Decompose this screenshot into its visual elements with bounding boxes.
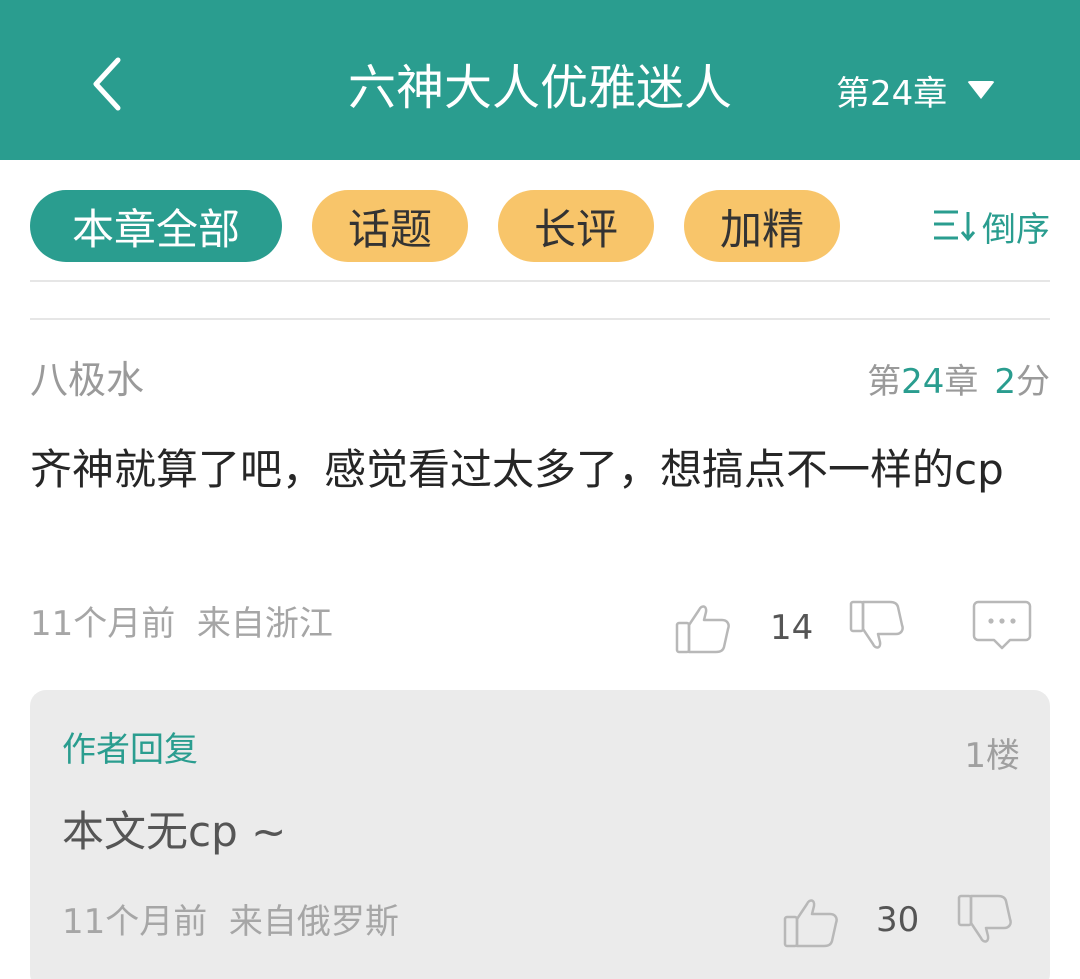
score-suffix: 分: [1016, 362, 1050, 402]
comment-username[interactable]: 八极水: [30, 352, 144, 408]
chip-label: 长评: [533, 204, 618, 254]
like-count-text: 14: [770, 608, 814, 648]
comment-meta: 第24章 2分: [867, 358, 1050, 406]
reply-time: 11个月前: [62, 902, 208, 942]
sort-reverse-button[interactable]: 倒序: [932, 202, 1050, 250]
thumbs-down-icon: [849, 600, 904, 649]
reply-like-count-text: 30: [876, 900, 920, 940]
top-bar: 六神大人优雅迷人 第24章: [0, 0, 1080, 160]
author-reply-label: 作者回复: [62, 730, 198, 770]
reply-time-location: 11个月前 来自俄罗斯: [62, 898, 399, 946]
reply-location: 来自俄罗斯: [228, 902, 399, 942]
comment-bubble-icon: [972, 600, 1032, 650]
comment-time-location: 11个月前 来自浙江: [30, 600, 333, 648]
divider: [30, 318, 1050, 320]
chip-topic[interactable]: 话题: [312, 190, 468, 262]
back-button[interactable]: [82, 52, 134, 116]
comment-location: 来自浙江: [196, 604, 333, 644]
chip-label: 加精: [719, 204, 804, 254]
chip-featured[interactable]: 加精: [684, 190, 840, 262]
chip-long-review[interactable]: 长评: [498, 190, 654, 262]
divider: [30, 280, 1050, 282]
triangle-down-icon: [967, 81, 996, 99]
thumbs-down-icon: [957, 894, 1012, 943]
sort-label: 倒序: [982, 209, 1050, 250]
thumbs-up-icon: [783, 899, 838, 948]
chapter-number: 24: [901, 362, 945, 402]
floor-number: 1楼: [964, 736, 1020, 776]
reply-like-button[interactable]: [782, 892, 840, 954]
comment-time: 11个月前: [30, 604, 176, 644]
score-number: 2: [994, 362, 1016, 402]
reply-dislike-button[interactable]: [956, 892, 1014, 954]
sort-icon: [934, 210, 976, 242]
score: 2分: [994, 362, 1050, 402]
thumbs-up-icon: [675, 605, 730, 654]
comment-text: 齐神就算了吧，感觉看过太多了，想搞点不一样的cp: [30, 445, 1004, 494]
dislike-button[interactable]: [848, 598, 906, 656]
chapter-dropdown[interactable]: 第24章: [836, 64, 996, 116]
chevron-left-icon: [93, 57, 121, 111]
chapter-suffix: 章: [944, 362, 979, 402]
reply-like-count: 30: [876, 900, 919, 940]
filter-bar: 本章全部 话题 长评 加精 倒序: [30, 190, 1050, 262]
chapter-dropdown-label: 第24章: [836, 73, 948, 114]
like-button[interactable]: [674, 598, 732, 656]
reply-text: 本文无cp ~: [62, 807, 287, 856]
author-reply: 作者回复 1楼 本文无cp ~ 11个月前 来自俄罗斯 30: [30, 690, 1050, 979]
like-count: 14: [770, 608, 813, 648]
reply-button[interactable]: [972, 598, 1032, 652]
chip-all-chapter[interactable]: 本章全部: [30, 190, 282, 262]
chapter-prefix: 第: [867, 362, 902, 402]
chip-label: 本章全部: [71, 204, 240, 254]
chip-label: 话题: [347, 204, 432, 254]
